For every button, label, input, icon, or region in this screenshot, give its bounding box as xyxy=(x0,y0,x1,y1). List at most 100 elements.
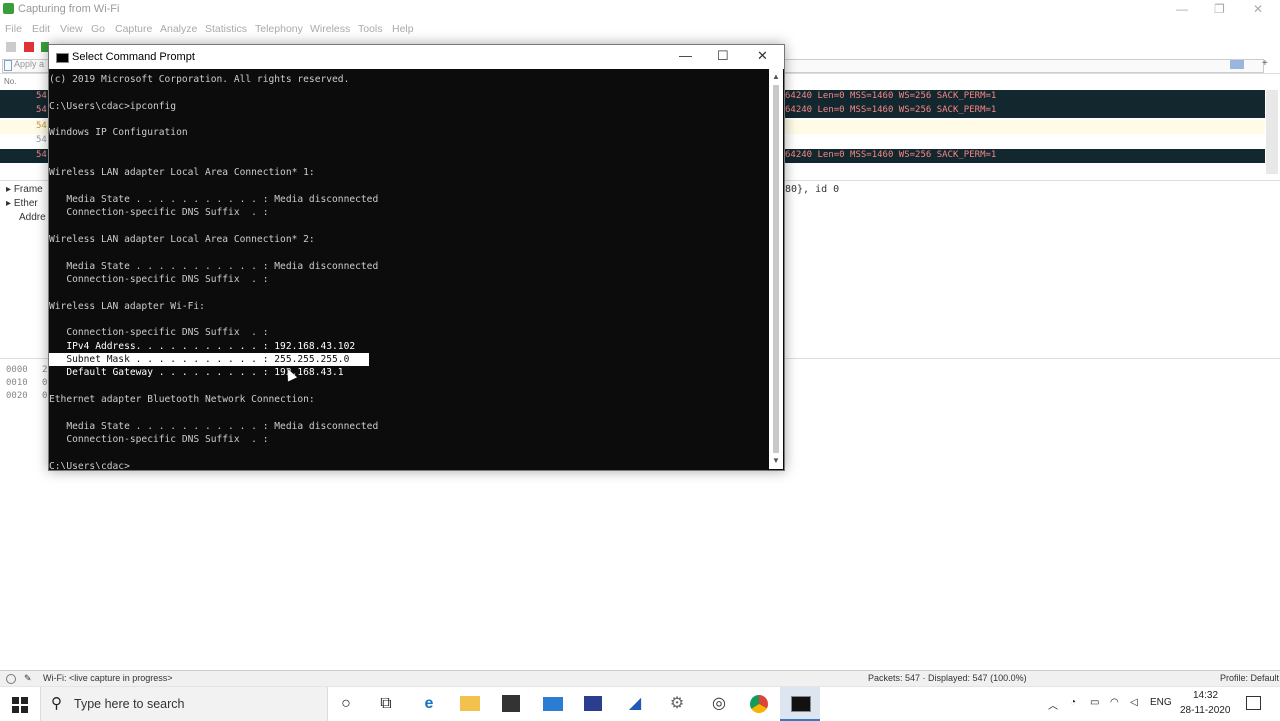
packet-list-scrollbar[interactable] xyxy=(1266,90,1278,174)
minimize-icon[interactable]: — xyxy=(1176,2,1188,16)
file-explorer-icon[interactable] xyxy=(460,696,480,711)
settings-gear-icon[interactable]: ⚙ xyxy=(666,693,688,715)
cortana-icon[interactable]: ○ xyxy=(335,693,357,715)
console-line: Connection-specific DNS Suffix . : xyxy=(49,207,269,219)
cmd-minimize-icon[interactable]: — xyxy=(679,48,692,63)
cmd-taskbar-button[interactable] xyxy=(780,687,820,721)
close-icon[interactable]: ✕ xyxy=(1253,2,1263,16)
details-item-label: Ether xyxy=(13,198,38,209)
byte-offset: 0000 xyxy=(6,365,28,375)
volume-icon[interactable]: ◁ xyxy=(1130,697,1138,708)
battery-icon[interactable]: ▭ xyxy=(1090,697,1099,708)
edit-comment-icon[interactable]: ✎ xyxy=(24,673,32,684)
byte-value: 0 xyxy=(42,378,48,388)
wifi-icon[interactable]: ◠ xyxy=(1110,697,1119,708)
tray-app-icon[interactable]: ◔ xyxy=(1070,697,1076,708)
stop-capture-icon[interactable] xyxy=(24,42,34,52)
chrome-icon[interactable] xyxy=(750,695,768,713)
search-icon: ⚲ xyxy=(51,695,62,712)
bookmark-icon[interactable] xyxy=(4,60,12,71)
column-header-no[interactable]: No. xyxy=(4,77,16,86)
menu-edit[interactable]: Edit xyxy=(32,23,50,35)
details-summary-text: 80}, id 0 xyxy=(785,184,840,195)
packet-number: 54 xyxy=(36,150,47,160)
menu-wireless[interactable]: Wireless xyxy=(310,23,350,35)
clock-time[interactable]: 14:32 xyxy=(1193,690,1218,701)
menu-view[interactable]: View xyxy=(60,23,83,35)
cmd-scrollbar[interactable]: ▲ ▼ xyxy=(769,69,783,469)
mail-icon[interactable] xyxy=(543,697,563,711)
shark-fin-icon[interactable] xyxy=(6,42,16,52)
details-tree-item[interactable]: ▸ Frame xyxy=(6,184,43,195)
app-icon[interactable]: ◎ xyxy=(708,693,730,715)
cmd-maximize-icon[interactable]: ☐ xyxy=(717,48,729,64)
notification-icon[interactable] xyxy=(1246,696,1261,710)
add-filter-icon[interactable]: + xyxy=(1262,58,1268,69)
byte-offset: 0020 xyxy=(6,391,28,401)
packet-info: 64240 Len=0 MSS=1460 WS=256 SACK_PERM=1 xyxy=(785,105,997,115)
wireshark-titlebar: Capturing from Wi-Fi — ❐ ✕ xyxy=(0,0,1280,20)
console-line: C:\Users\cdac> xyxy=(49,460,130,469)
language-indicator[interactable]: ENG xyxy=(1150,697,1172,708)
menu-help[interactable]: Help xyxy=(392,23,414,35)
console-line: Ethernet adapter Bluetooth Network Conne… xyxy=(49,393,315,405)
cmd-titlebar[interactable]: Select Command Prompt — ☐ ✕ xyxy=(49,45,784,69)
cmd-taskbar-icon xyxy=(791,696,811,712)
scroll-thumb[interactable] xyxy=(773,85,779,453)
edge-browser-icon[interactable]: e xyxy=(418,693,440,715)
cmd-app-icon xyxy=(56,53,69,63)
packet-number: 54 xyxy=(36,105,47,115)
display-filter-placeholder: Apply a xyxy=(14,59,45,69)
profile-text[interactable]: Profile: Default xyxy=(1220,673,1279,683)
maximize-icon[interactable]: ❐ xyxy=(1214,2,1225,16)
console-line: Media State . . . . . . . . . . . : Medi… xyxy=(49,420,379,432)
console-line: Connection-specific DNS Suffix . : xyxy=(49,273,269,285)
menu-analyze[interactable]: Analyze xyxy=(160,23,197,35)
task-view-icon[interactable]: ⧉ xyxy=(375,693,397,715)
menu-go[interactable]: Go xyxy=(91,23,105,35)
console-line: Wireless LAN adapter Local Area Connecti… xyxy=(49,233,315,245)
menu-statistics[interactable]: Statistics xyxy=(205,23,247,35)
menu-tools[interactable]: Tools xyxy=(358,23,383,35)
menu-file[interactable]: File xyxy=(5,23,22,35)
console-line: C:\Users\cdac>ipconfig xyxy=(49,100,177,112)
packet-info: 64240 Len=0 MSS=1460 WS=256 SACK_PERM=1 xyxy=(785,150,997,160)
byte-offset: 0010 xyxy=(6,378,28,388)
byte-value: 2 xyxy=(42,365,48,375)
tray-chevron-icon[interactable]: ︿ xyxy=(1048,697,1058,712)
packet-number: 54 xyxy=(36,91,47,101)
packet-number: 54 xyxy=(36,121,47,131)
console-output[interactable]: (c) 2019 Microsoft Corporation. All righ… xyxy=(49,69,769,469)
wireshark-window-title: Capturing from Wi-Fi xyxy=(18,3,120,15)
clock-date[interactable]: 28-11-2020 xyxy=(1180,705,1230,716)
menu-capture[interactable]: Capture xyxy=(115,23,152,35)
powershell-icon[interactable] xyxy=(584,696,602,711)
byte-value: 0 xyxy=(42,391,48,401)
cmd-window-title: Select Command Prompt xyxy=(72,51,195,63)
wireshark-statusbar: ✎ Wi-Fi: <live capture in progress> Pack… xyxy=(0,670,1280,687)
store-icon[interactable] xyxy=(502,695,520,712)
console-line: Connection-specific DNS Suffix . : xyxy=(49,433,269,445)
cmd-close-icon[interactable]: ✕ xyxy=(757,48,768,64)
apply-filter-icon[interactable] xyxy=(1230,60,1244,69)
console-line: Wireless LAN adapter Wi-Fi: xyxy=(49,300,205,312)
details-tree-item[interactable]: Addre xyxy=(19,212,46,223)
taskbar-search-box[interactable]: ⚲ Type here to search xyxy=(40,687,328,721)
console-line: Windows IP Configuration xyxy=(49,127,188,139)
scroll-down-icon[interactable]: ▼ xyxy=(772,456,780,465)
console-line: Connection-specific DNS Suffix . : xyxy=(49,327,269,339)
search-placeholder: Type here to search xyxy=(74,697,185,711)
details-item-label: Frame xyxy=(13,184,43,195)
command-prompt-window[interactable]: Select Command Prompt — ☐ ✕ (c) 2019 Mic… xyxy=(48,44,785,471)
expert-info-icon[interactable] xyxy=(6,674,16,684)
console-line: IPv4 Address. . . . . . . . . . . : 192.… xyxy=(49,340,356,352)
console-line: Default Gateway . . . . . . . . . : 192.… xyxy=(49,367,344,379)
menu-telephony[interactable]: Telephony xyxy=(255,23,303,35)
windows-start-icon[interactable] xyxy=(12,697,28,713)
scroll-up-icon[interactable]: ▲ xyxy=(772,72,780,81)
wireshark-taskbar-icon[interactable]: ◢ xyxy=(624,693,646,715)
console-line: (c) 2019 Microsoft Corporation. All righ… xyxy=(49,74,350,85)
wireshark-app-icon xyxy=(3,3,14,14)
packet-number: 54 xyxy=(36,135,47,145)
details-tree-item[interactable]: ▸ Ether xyxy=(6,198,38,209)
